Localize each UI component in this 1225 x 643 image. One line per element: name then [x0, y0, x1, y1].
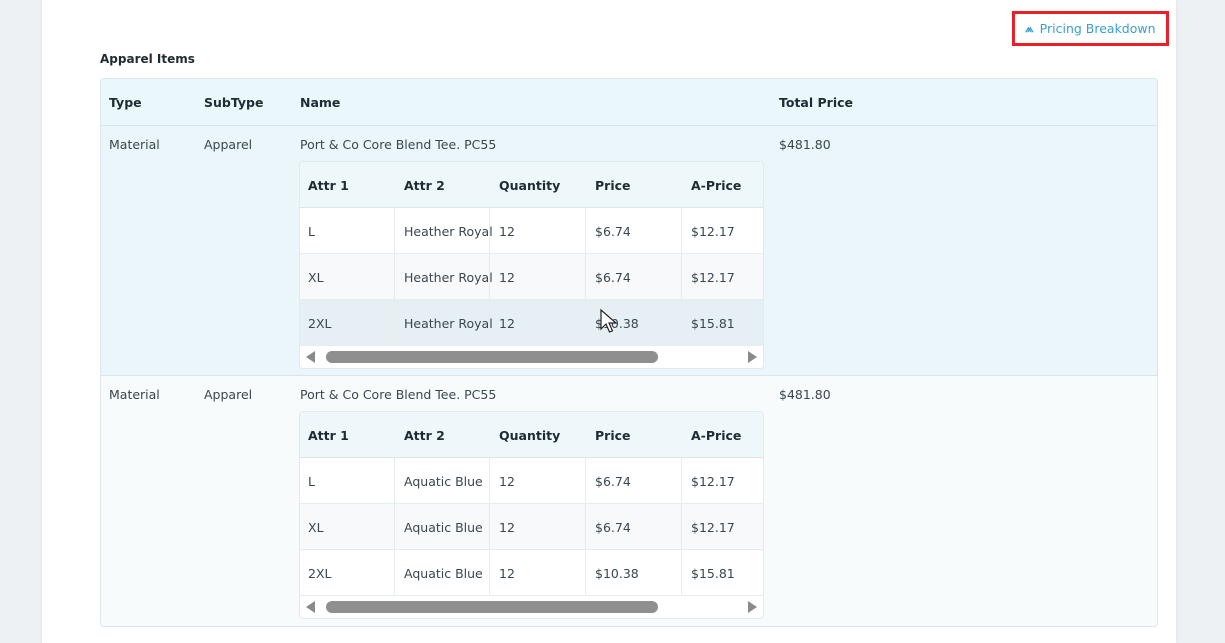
cell-attr2: Heather Royal	[404, 316, 493, 331]
section-title: Apparel Items	[100, 52, 195, 66]
row-subtype: Apparel	[204, 137, 253, 152]
row-total-price: $481.80	[779, 387, 831, 402]
cell-attr1: XL	[308, 520, 324, 535]
cell-quantity: 12	[499, 270, 515, 285]
horizontal-scrollbar[interactable]	[300, 596, 763, 618]
inner-table-header: Attr 1 Attr 2 Quantity Price A-Price	[300, 162, 763, 208]
column-header-price: Price	[595, 178, 631, 193]
column-header-attr1: Attr 1	[308, 178, 349, 193]
row-name: Port & Co Core Blend Tee. PC55	[300, 137, 497, 152]
column-header-type[interactable]: Type	[109, 95, 142, 110]
cell-price: $6.74	[595, 474, 631, 489]
column-header-total-price[interactable]: Total Price	[779, 95, 853, 110]
cell-attr1: 2XL	[308, 566, 332, 581]
cell-price: $6.74	[595, 224, 631, 239]
scroll-left-arrow-icon[interactable]	[306, 351, 315, 363]
inner-table-header: Attr 1 Attr 2 Quantity Price A-Price	[300, 412, 763, 458]
table-header: Type SubType Name Total Price	[101, 79, 1157, 126]
scroll-right-arrow-icon[interactable]	[748, 351, 757, 363]
pricing-breakdown-label: Pricing Breakdown	[1039, 21, 1156, 36]
cell-attr2: Aquatic Blue	[404, 520, 483, 535]
column-header-aprice: A-Price	[691, 428, 742, 443]
list-item[interactable]: 2XL Heather Royal 12 $10.38 $15.81	[300, 300, 763, 346]
mouse-cursor-icon	[600, 309, 618, 333]
cell-quantity: 12	[499, 224, 515, 239]
cell-aprice: $12.17	[691, 520, 735, 535]
column-header-aprice: A-Price	[691, 178, 742, 193]
list-item[interactable]: XL Heather Royal 12 $6.74 $12.17	[300, 254, 763, 300]
cell-attr2: Heather Royal	[404, 224, 493, 239]
list-item[interactable]: L Aquatic Blue 12 $6.74 $12.17	[300, 458, 763, 504]
cell-attr1: 2XL	[308, 316, 332, 331]
column-header-subtype[interactable]: SubType	[204, 95, 263, 110]
pricing-breakdown-table: Attr 1 Attr 2 Quantity Price A-Price L A…	[299, 411, 764, 619]
cell-attr1: XL	[308, 270, 324, 285]
cell-quantity: 12	[499, 566, 515, 581]
column-header-price: Price	[595, 428, 631, 443]
column-header-quantity: Quantity	[499, 178, 561, 193]
scroll-left-arrow-icon[interactable]	[306, 601, 315, 613]
column-header-quantity: Quantity	[499, 428, 561, 443]
cell-price: $10.38	[595, 566, 639, 581]
cell-price: $6.74	[595, 270, 631, 285]
row-type: Material	[109, 137, 160, 152]
pricing-breakdown-table: Attr 1 Attr 2 Quantity Price A-Price L H…	[299, 161, 764, 369]
cell-aprice: $12.17	[691, 224, 735, 239]
cell-attr1: L	[308, 224, 315, 239]
column-header-attr2: Attr 2	[404, 428, 445, 443]
row-subtype: Apparel	[204, 387, 253, 402]
cell-attr2: Aquatic Blue	[404, 474, 483, 489]
column-header-attr2: Attr 2	[404, 178, 445, 193]
cell-aprice: $15.81	[691, 566, 735, 581]
scrollbar-thumb[interactable]	[326, 351, 658, 363]
column-header-attr1: Attr 1	[308, 428, 349, 443]
pricing-breakdown-toggle[interactable]: ⩕ Pricing Breakdown	[1012, 11, 1169, 46]
row-name: Port & Co Core Blend Tee. PC55	[300, 387, 497, 402]
row-type: Material	[109, 387, 160, 402]
row-total-price: $481.80	[779, 137, 831, 152]
cell-attr2: Aquatic Blue	[404, 566, 483, 581]
cell-price: $6.74	[595, 520, 631, 535]
cell-attr1: L	[308, 474, 315, 489]
collapse-chevron-icon: ⩕	[1025, 22, 1034, 35]
cell-quantity: 12	[499, 474, 515, 489]
table-row[interactable]: Material Apparel Port & Co Core Blend Te…	[101, 126, 1157, 376]
list-item[interactable]: 2XL Aquatic Blue 12 $10.38 $15.81	[300, 550, 763, 596]
cell-aprice: $12.17	[691, 270, 735, 285]
column-header-name[interactable]: Name	[300, 95, 340, 110]
cell-quantity: 12	[499, 316, 515, 331]
cell-aprice: $12.17	[691, 474, 735, 489]
cell-aprice: $15.81	[691, 316, 735, 331]
cell-quantity: 12	[499, 520, 515, 535]
list-item[interactable]: XL Aquatic Blue 12 $6.74 $12.17	[300, 504, 763, 550]
apparel-items-table: Type SubType Name Total Price Material A…	[100, 78, 1158, 627]
list-item[interactable]: L Heather Royal 12 $6.74 $12.17	[300, 208, 763, 254]
scrollbar-thumb[interactable]	[326, 601, 658, 613]
table-row[interactable]: Material Apparel Port & Co Core Blend Te…	[101, 376, 1157, 626]
scroll-right-arrow-icon[interactable]	[748, 601, 757, 613]
horizontal-scrollbar[interactable]	[300, 346, 763, 368]
cell-attr2: Heather Royal	[404, 270, 493, 285]
